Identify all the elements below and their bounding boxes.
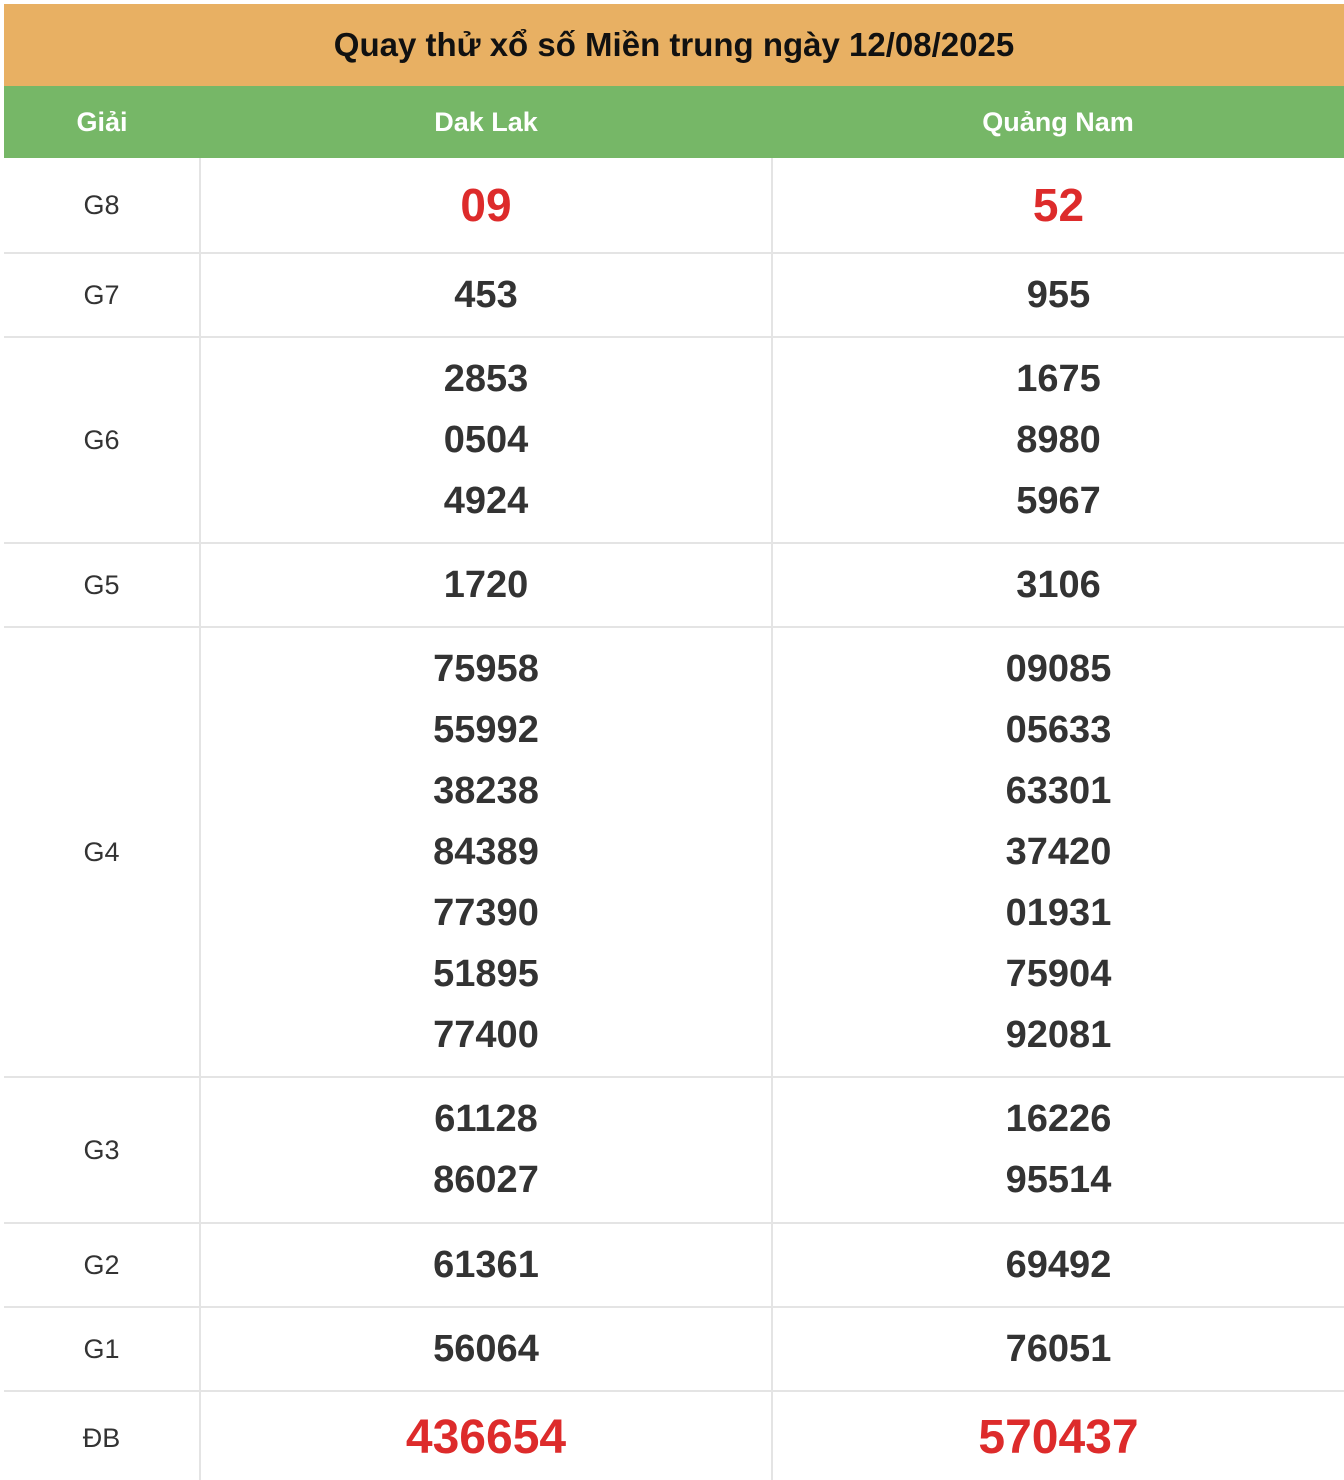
- header-prize: Giải: [4, 86, 200, 158]
- prize-label: G6: [4, 337, 200, 544]
- winning-number: 37420: [1005, 830, 1112, 873]
- province-2-cell: 3106: [771, 543, 1344, 628]
- winning-number: 61361: [433, 1243, 539, 1286]
- winning-number: 453: [454, 273, 518, 316]
- lottery-result-table: Quay thử xổ số Miền trung ngày 12/08/202…: [4, 4, 1344, 1480]
- winning-number: 92081: [1005, 1013, 1112, 1056]
- province-2-cell: 955: [771, 253, 1344, 338]
- province-2-cell: 69492: [771, 1223, 1344, 1308]
- winning-number: 09: [460, 179, 512, 231]
- prize-label: G7: [4, 253, 200, 338]
- winning-number: 75958: [433, 647, 539, 690]
- jackpot-number: 436654: [405, 1411, 567, 1464]
- winning-number: 5967: [1016, 479, 1101, 522]
- winning-number: 3106: [1016, 563, 1101, 606]
- winning-number: 69492: [1005, 1243, 1112, 1286]
- province-1-cell: 56064: [199, 1307, 772, 1392]
- province-1-cell: 1720: [199, 543, 772, 628]
- prize-row-g3: G3 61128 86027 16226 95514: [4, 1077, 1344, 1224]
- province-2-cell: 52: [771, 158, 1344, 254]
- province-1-cell: 61361: [199, 1223, 772, 1308]
- winning-number: 09085: [1005, 647, 1112, 690]
- province-2-cell: 09085 05633 63301 37420 01931 75904 9208…: [771, 627, 1344, 1078]
- prize-label: G1: [4, 1307, 200, 1392]
- prize-label: G3: [4, 1077, 200, 1224]
- province-1-cell: 436654: [199, 1391, 772, 1480]
- winning-number: 61128: [434, 1098, 538, 1140]
- winning-number: 1675: [1016, 357, 1101, 400]
- prize-row-special: ĐB 436654 570437: [4, 1391, 1344, 1480]
- winning-number: 2853: [443, 357, 529, 400]
- prize-label: G2: [4, 1223, 200, 1308]
- prize-label: G8: [4, 158, 200, 254]
- title-row: Quay thử xổ số Miền trung ngày 12/08/202…: [4, 4, 1344, 86]
- jackpot-number: 570437: [978, 1411, 1139, 1464]
- prize-row-g7: G7 453 955: [4, 253, 1344, 338]
- winning-number: 51895: [433, 952, 539, 995]
- prize-row-g2: G2 61361 69492: [4, 1223, 1344, 1308]
- winning-number: 63301: [1005, 769, 1112, 812]
- winning-number: 05633: [1005, 708, 1112, 751]
- winning-number: 86027: [433, 1159, 539, 1201]
- prize-label: G5: [4, 543, 200, 628]
- header-province-1: Dak Lak: [200, 86, 772, 158]
- winning-number: 77400: [433, 1013, 539, 1056]
- winning-number: 76051: [1005, 1327, 1112, 1370]
- province-1-cell: 75958 55992 38238 84389 77390 51895 7740…: [199, 627, 772, 1078]
- province-1-cell: 2853 0504 4924: [199, 337, 772, 544]
- table-title: Quay thử xổ số Miền trung ngày 12/08/202…: [4, 4, 1344, 86]
- header-province-2: Quảng Nam: [772, 86, 1344, 158]
- province-1-cell: 453: [199, 253, 772, 338]
- winning-number: 56064: [433, 1327, 539, 1370]
- winning-number: 38238: [433, 769, 539, 812]
- prize-row-g1: G1 56064 76051: [4, 1307, 1344, 1392]
- winning-number: 16226: [1005, 1098, 1112, 1140]
- winning-number: 01931: [1005, 891, 1112, 934]
- page: Quay thử xổ số Miền trung ngày 12/08/202…: [0, 0, 1344, 1480]
- prize-row-g5: G5 1720 3106: [4, 543, 1344, 628]
- prize-label: G4: [4, 627, 200, 1078]
- winning-number: 8980: [1016, 418, 1101, 461]
- winning-number: 84389: [433, 830, 539, 873]
- header-row: Giải Dak Lak Quảng Nam: [4, 86, 1344, 158]
- winning-number: 95514: [1005, 1159, 1112, 1201]
- winning-number: 0504: [443, 418, 529, 461]
- province-1-cell: 09: [199, 158, 772, 254]
- province-1-cell: 61128 86027: [199, 1077, 772, 1224]
- province-2-cell: 16226 95514: [771, 1077, 1344, 1224]
- prize-row-g6: G6 2853 0504 4924 1675 8980 5967: [4, 337, 1344, 544]
- prize-label: ĐB: [82, 1422, 121, 1453]
- winning-number: 55992: [433, 708, 539, 751]
- winning-number: 75904: [1005, 952, 1112, 995]
- province-2-cell: 1675 8980 5967: [771, 337, 1344, 544]
- winning-number: 955: [1026, 273, 1091, 316]
- province-2-cell: 570437: [771, 1391, 1344, 1480]
- winning-number: 4924: [443, 479, 529, 522]
- province-2-cell: 76051: [771, 1307, 1344, 1392]
- winning-number: 52: [1032, 179, 1085, 231]
- winning-number: 77390: [433, 891, 539, 934]
- prize-row-g4: G4 75958 55992 38238 84389 77390 51895 7…: [4, 627, 1344, 1078]
- prize-row-g8: G8 09 52: [4, 158, 1344, 254]
- winning-number: 1720: [443, 563, 529, 606]
